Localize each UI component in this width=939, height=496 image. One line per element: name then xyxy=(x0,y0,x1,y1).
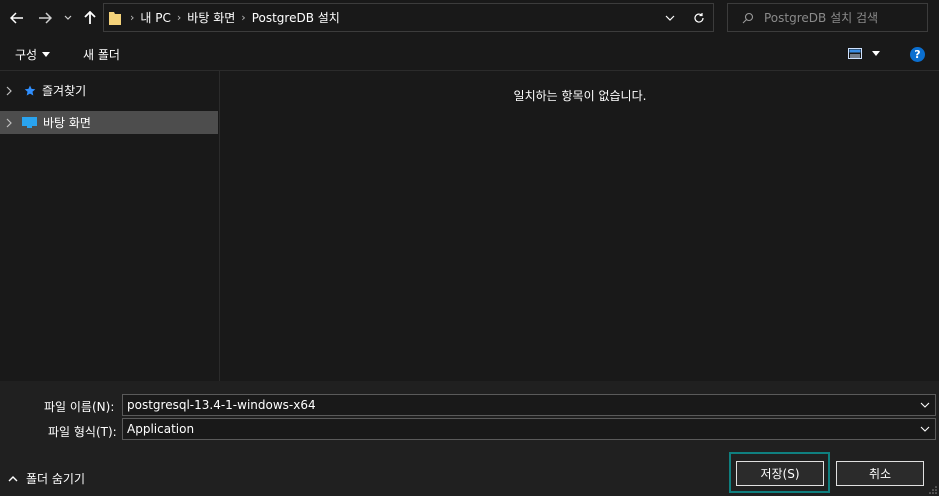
navigation-pane: 즐겨찾기 바탕 화면 xyxy=(0,71,220,381)
resize-grip-icon[interactable] xyxy=(929,486,937,494)
chevron-down-icon[interactable] xyxy=(920,402,930,408)
filetype-label: 파일 형식(T): xyxy=(48,425,117,439)
cancel-button[interactable]: 취소 xyxy=(836,461,924,486)
arrow-up-icon xyxy=(84,11,96,24)
address-history-button[interactable] xyxy=(665,15,675,21)
breadcrumb-separator-icon: › xyxy=(241,11,246,24)
new-folder-button[interactable]: 새 폴더 xyxy=(83,46,120,63)
filetype-value: Application xyxy=(127,422,195,436)
search-input[interactable]: PostgreDB 설치 검색 xyxy=(764,9,878,26)
caret-down-icon xyxy=(42,52,51,57)
address-box[interactable]: › 내 PC › 바탕 화면 › PostgreDB 설치 xyxy=(103,3,714,32)
nav-item-label: 바탕 화면 xyxy=(43,116,91,130)
new-folder-label: 새 폴더 xyxy=(83,48,120,62)
breadcrumb-my-pc[interactable]: 내 PC xyxy=(140,9,170,26)
search-icon xyxy=(742,12,754,23)
filename-label: 파일 이름(N): xyxy=(44,400,115,414)
nav-item-label: 즐겨찾기 xyxy=(42,84,87,98)
breadcrumb-separator-icon: › xyxy=(176,11,182,24)
organize-button[interactable]: 구성 xyxy=(15,46,51,63)
view-layout-icon xyxy=(848,48,862,59)
desktop-icon xyxy=(22,116,37,128)
view-options-button[interactable] xyxy=(848,48,880,59)
refresh-button[interactable] xyxy=(693,12,705,24)
filename-field[interactable]: postgresql-13.4-1-windows-x64 xyxy=(122,394,936,416)
chevron-down-icon xyxy=(665,15,675,21)
expand-chevron-icon[interactable] xyxy=(6,118,12,128)
search-box[interactable]: PostgreDB 설치 검색 xyxy=(727,3,928,32)
file-list-area[interactable]: 일치하는 항목이 없습니다. xyxy=(221,71,939,381)
organize-label: 구성 xyxy=(15,48,38,62)
hide-folders-label: 폴더 숨기기 xyxy=(26,472,86,486)
save-button[interactable]: 저장(S) xyxy=(736,461,824,486)
address-bar-row: › 내 PC › 바탕 화면 › PostgreDB 설치 PostgreDB … xyxy=(0,0,939,39)
arrow-left-icon xyxy=(10,12,23,24)
filetype-select[interactable]: Application xyxy=(122,418,936,440)
up-button[interactable] xyxy=(82,8,98,28)
filename-input[interactable]: postgresql-13.4-1-windows-x64 xyxy=(127,398,316,412)
star-icon xyxy=(24,85,36,95)
expand-chevron-icon[interactable] xyxy=(6,86,12,96)
help-button[interactable]: ? xyxy=(910,47,925,62)
forward-button[interactable] xyxy=(36,8,54,28)
command-bar: 구성 새 폴더 ? xyxy=(0,39,939,71)
folder-icon xyxy=(109,11,121,25)
breadcrumb-separator-icon: › xyxy=(130,11,135,24)
breadcrumb-current-folder[interactable]: PostgreDB 설치 xyxy=(252,9,340,26)
recent-locations-button[interactable] xyxy=(62,8,74,28)
chevron-up-icon xyxy=(8,475,18,481)
arrow-right-icon xyxy=(39,12,52,24)
chevron-down-icon[interactable] xyxy=(920,426,930,432)
breadcrumb-desktop[interactable]: 바탕 화면 xyxy=(187,9,235,26)
chevron-down-icon xyxy=(64,15,72,20)
back-button[interactable] xyxy=(8,8,26,28)
help-icon: ? xyxy=(910,47,925,62)
refresh-icon xyxy=(694,12,704,23)
empty-state-message: 일치하는 항목이 없습니다. xyxy=(513,89,647,103)
hide-folders-button[interactable]: 폴더 숨기기 xyxy=(8,470,85,487)
nav-item-desktop[interactable]: 바탕 화면 xyxy=(0,111,218,134)
nav-item-quick-access[interactable]: 즐겨찾기 xyxy=(0,79,218,102)
help-icon-glyph: ? xyxy=(914,48,921,61)
caret-down-icon xyxy=(872,51,880,56)
